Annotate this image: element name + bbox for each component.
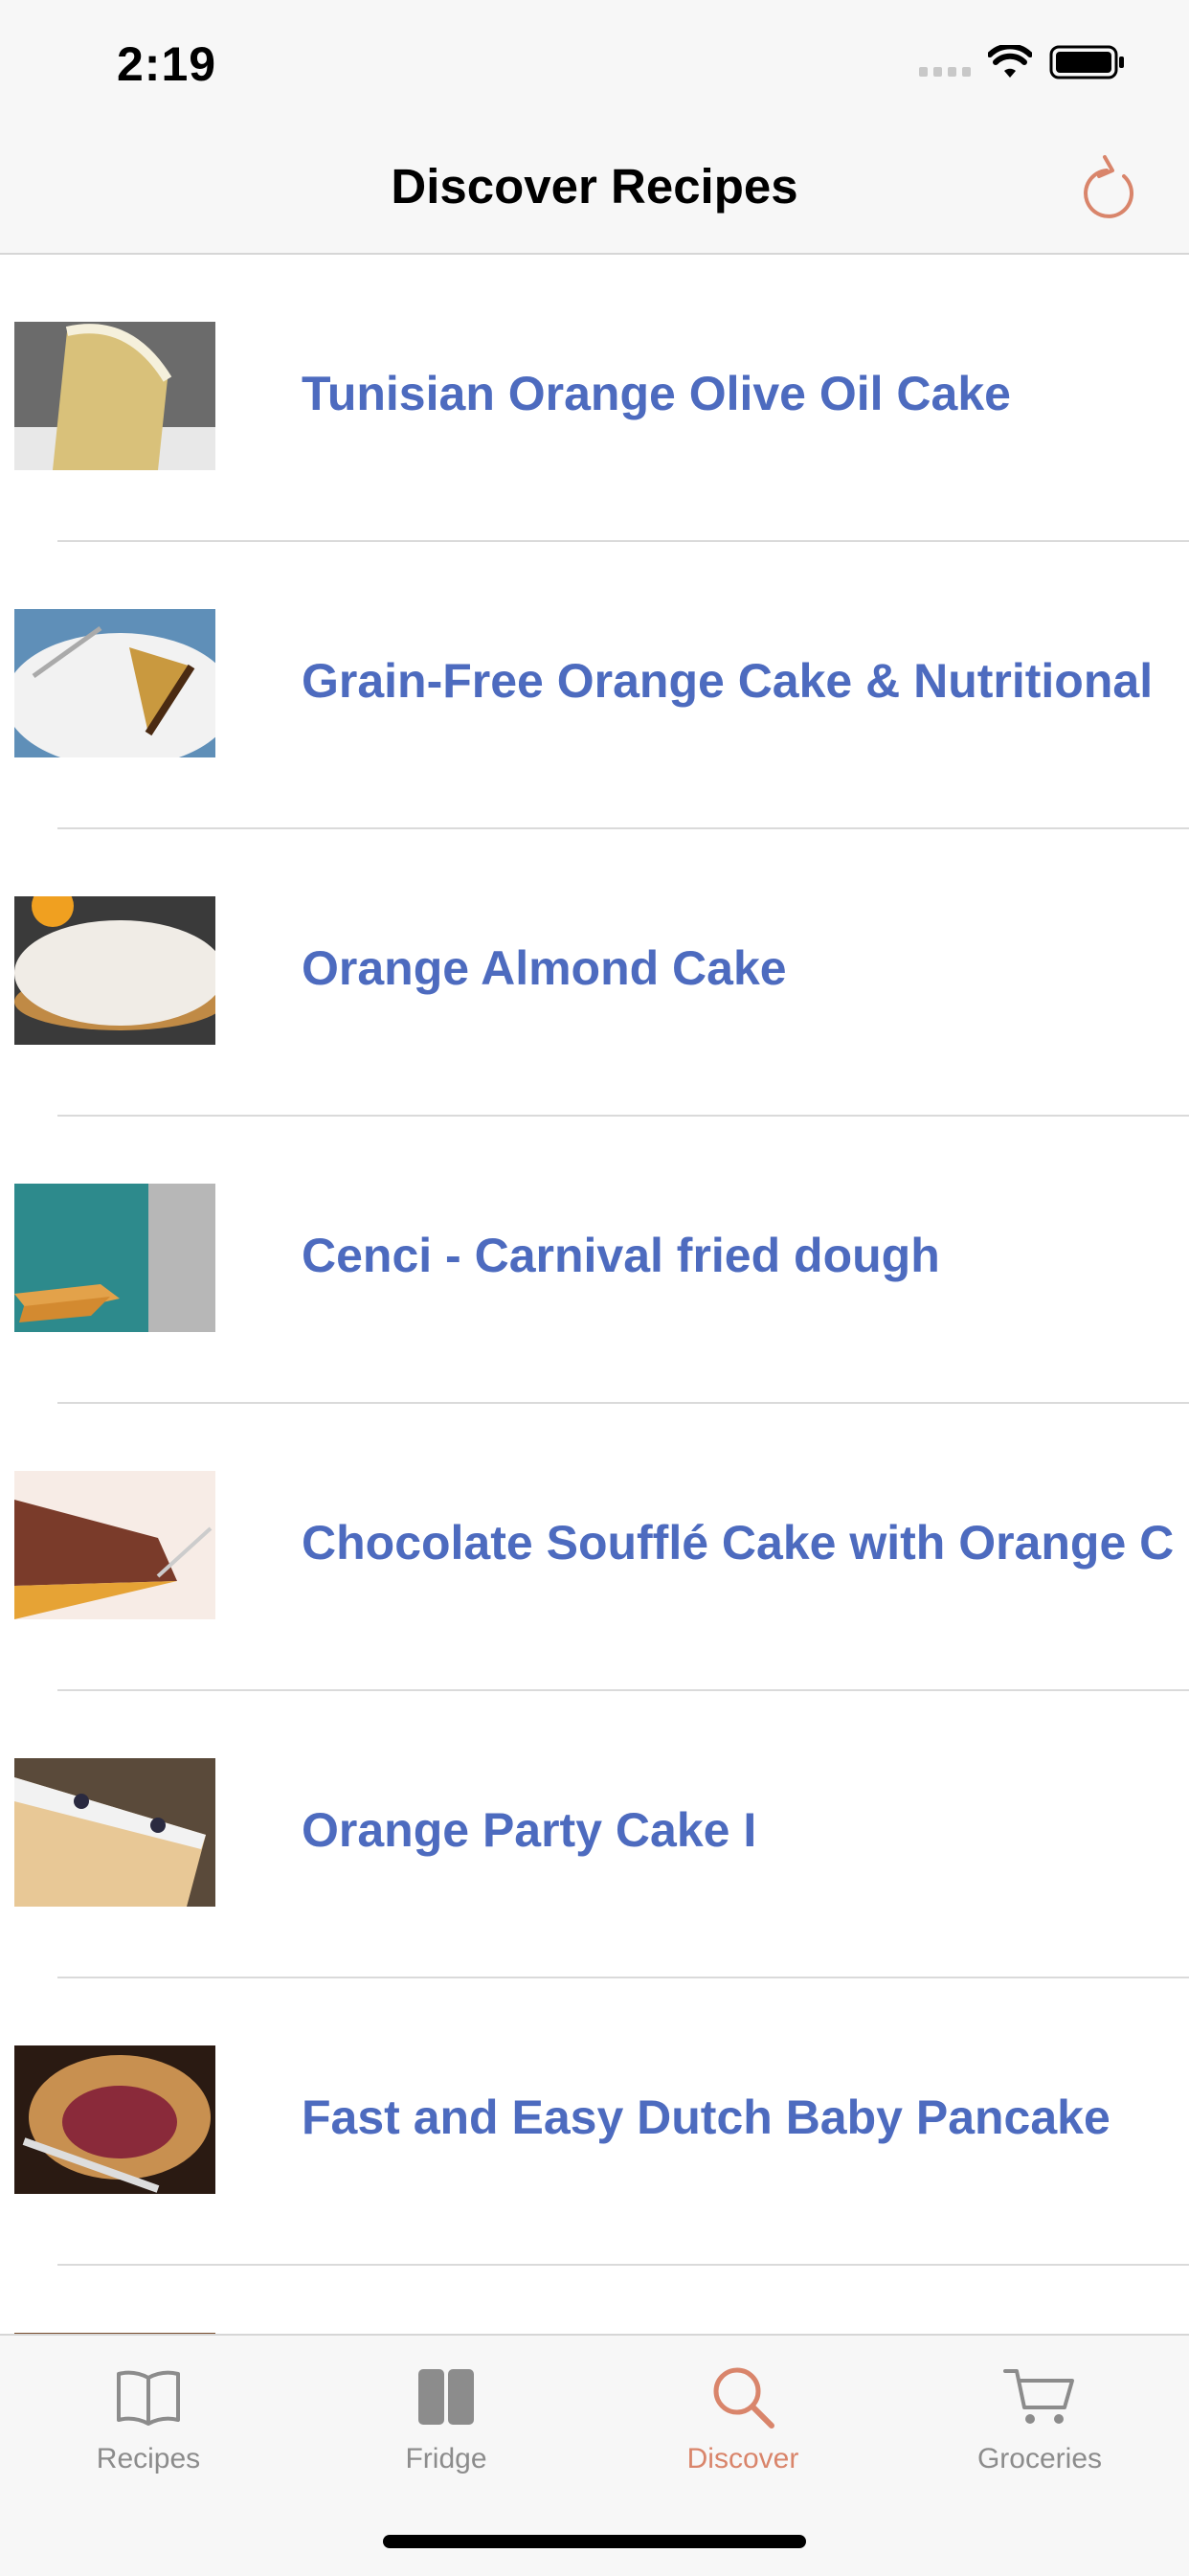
book-icon <box>117 2370 180 2426</box>
recipe-image <box>14 1184 215 1332</box>
home-indicator <box>383 2535 806 2548</box>
tab-recipes[interactable]: Recipes <box>34 2359 263 2475</box>
recipe-image <box>14 2045 215 2194</box>
search-icon <box>713 2367 774 2429</box>
recipe-row[interactable]: Orange Almond Cake <box>0 829 1189 1117</box>
recipe-row[interactable]: Tunisian Orange Olive Oil Cake <box>0 255 1189 542</box>
recipe-image <box>14 609 215 757</box>
recipe-row[interactable]: Fast and Easy Dutch Baby Pancake <box>0 1978 1189 2266</box>
tab-groceries[interactable]: Groceries <box>925 2359 1155 2475</box>
recipe-title: Cenci - Carnival fried dough <box>302 1229 940 1282</box>
tab-fridge[interactable]: Fridge <box>331 2359 561 2475</box>
recipe-row[interactable]: Grain-Free Orange Cake & Nutritional <box>0 542 1189 829</box>
recipe-image <box>14 896 215 1045</box>
refresh-icon <box>1084 155 1134 218</box>
recipe-title: Grain-Free Orange Cake & Nutritional <box>302 654 1154 708</box>
wifi-icon <box>988 45 1032 78</box>
status-icons <box>919 44 1126 80</box>
battery-icon <box>1049 45 1124 79</box>
status-time: 2:19 <box>117 37 217 91</box>
recipe-row[interactable]: Chocolate Soufflé Cake with Orange C <box>0 1404 1189 1691</box>
recipe-title: Chocolate Soufflé Cake with Orange C <box>302 1516 1175 1570</box>
recipe-title: Tunisian Orange Olive Oil Cake <box>302 367 1011 420</box>
recipe-image <box>14 1758 215 1907</box>
recipe-title: Orange Party Cake I <box>302 1803 757 1857</box>
navigation-header: 2:19 Discover Recipes <box>0 0 1189 255</box>
tab-label: Recipes <box>96 2443 201 2474</box>
recipe-title: Fast and Easy Dutch Baby Pancake <box>302 2090 1110 2144</box>
recipe-image <box>14 322 215 470</box>
recipe-image <box>14 1471 215 1619</box>
fridge-icon <box>418 2369 474 2425</box>
refresh-button[interactable] <box>1076 149 1143 222</box>
recipe-title: Orange Almond Cake <box>302 941 787 995</box>
recipe-list: Tunisian Orange Olive Oil Cake Grain-Fre… <box>0 255 1189 2553</box>
recipe-row[interactable]: Orange Party Cake I <box>0 1691 1189 1978</box>
tab-label: Discover <box>686 2443 799 2474</box>
page-title: Discover Recipes <box>391 159 798 214</box>
cart-icon <box>1003 2369 1074 2424</box>
tab-label: Groceries <box>976 2443 1103 2474</box>
signal-icon <box>919 48 971 77</box>
recipe-row[interactable]: Cenci - Carnival fried dough <box>0 1117 1189 1404</box>
tab-discover[interactable]: Discover <box>628 2359 858 2475</box>
tab-label: Fridge <box>405 2443 487 2474</box>
